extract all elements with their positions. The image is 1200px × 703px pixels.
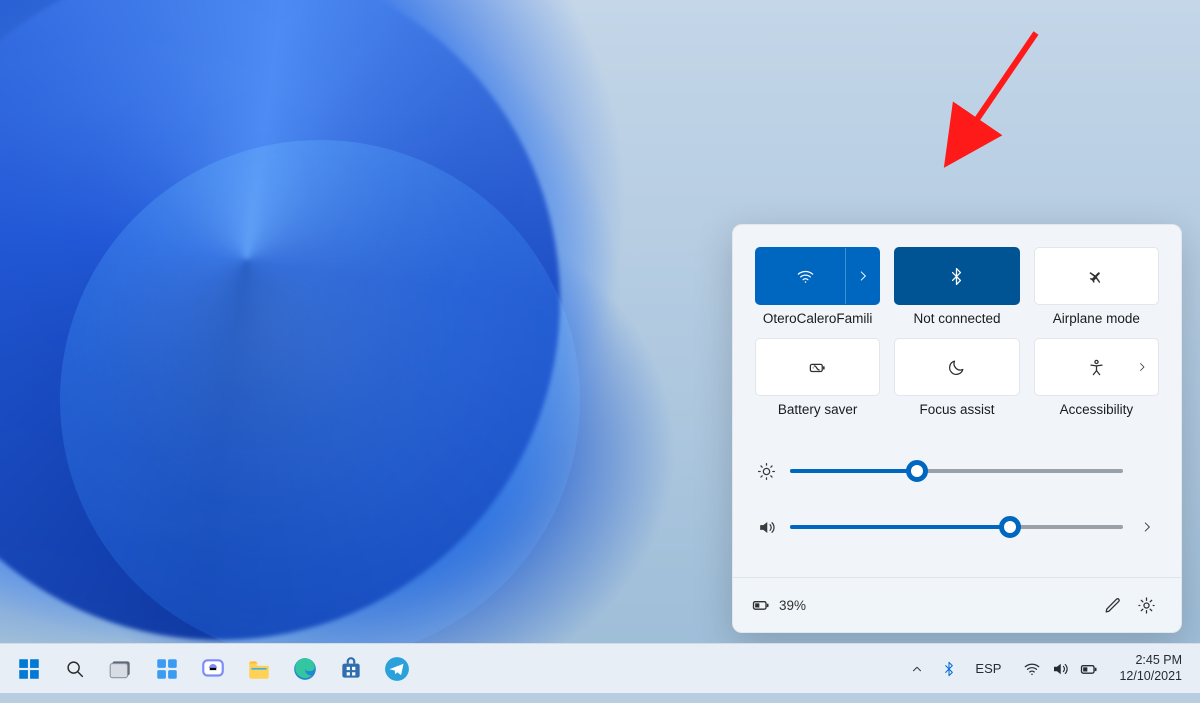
network-volume-battery-button[interactable] [1013,655,1109,683]
folder-icon [246,656,272,682]
language-indicator[interactable]: ESP [967,657,1009,680]
volume-slider-row [757,499,1157,555]
brightness-slider[interactable] [790,469,1123,473]
task-view-icon [108,656,134,682]
volume-icon [757,518,776,537]
windows-icon [16,656,42,682]
accessibility-tile[interactable] [1034,338,1159,396]
battery-icon [751,595,771,615]
tray-bluetooth-icon[interactable] [935,652,963,686]
chat-button[interactable] [192,648,234,690]
bluetooth-label: Not connected [894,311,1019,326]
battery-status[interactable]: 39% [751,595,806,615]
search-button[interactable] [54,648,96,690]
battery-percent-text: 39% [779,598,806,613]
system-tray: ESP 2:45 PM 12/10/2021 [903,651,1192,686]
telegram-button[interactable] [376,648,418,690]
clock-button[interactable]: 2:45 PM 12/10/2021 [1113,651,1192,686]
microsoft-store-button[interactable] [330,648,372,690]
brightness-slider-row [757,443,1157,499]
battery-saver-tile[interactable] [755,338,880,396]
quick-settings-flyout: OteroCaleroFamili Not connected Airplane… [732,224,1182,633]
widgets-icon [154,656,180,682]
taskbar-pinned-apps [8,648,418,690]
pencil-icon [1103,596,1122,615]
quick-settings-tiles: OteroCaleroFamili Not connected Airplane… [755,247,1159,417]
moon-icon [947,358,966,377]
widgets-button[interactable] [146,648,188,690]
edit-quick-settings-button[interactable] [1095,588,1129,622]
wifi-icon [1023,660,1041,678]
search-icon [64,658,86,680]
airplane-mode-label: Airplane mode [1034,311,1159,326]
volume-output-button[interactable] [1137,520,1157,534]
quick-settings-footer: 39% [733,577,1181,632]
wifi-expand-button[interactable] [845,248,879,304]
brightness-icon [757,462,776,481]
bluetooth-icon [947,267,966,286]
gear-icon [1137,596,1156,615]
file-explorer-button[interactable] [238,648,280,690]
airplane-icon [1087,267,1106,286]
settings-button[interactable] [1129,588,1163,622]
sliders-section [755,439,1159,573]
battery-icon [1079,659,1099,679]
taskbar: ESP 2:45 PM 12/10/2021 [0,643,1200,693]
volume-icon [1051,660,1069,678]
task-view-button[interactable] [100,648,142,690]
chat-icon [200,656,226,682]
focus-assist-tile[interactable] [894,338,1019,396]
bluetooth-icon [941,661,957,677]
focus-assist-label: Focus assist [894,402,1019,417]
wifi-icon [796,267,815,286]
wifi-tile[interactable] [755,247,880,305]
volume-slider[interactable] [790,525,1123,529]
airplane-mode-tile[interactable] [1034,247,1159,305]
bluetooth-tile[interactable] [894,247,1019,305]
battery-saver-label: Battery saver [755,402,880,417]
store-icon [338,656,364,682]
battery-saver-icon [808,358,827,377]
telegram-icon [384,656,410,682]
start-button[interactable] [8,648,50,690]
annotation-arrow [906,25,1056,175]
tray-overflow-button[interactable] [903,652,931,686]
chevron-up-icon [910,662,924,676]
accessibility-icon [1087,358,1106,377]
chevron-right-icon [1140,520,1154,534]
edge-icon [292,656,318,682]
wifi-label: OteroCaleroFamili [755,311,880,326]
accessibility-label: Accessibility [1034,402,1159,417]
clock-date: 12/10/2021 [1119,669,1182,685]
clock-time: 2:45 PM [1119,653,1182,669]
chevron-right-icon [856,269,870,283]
edge-button[interactable] [284,648,326,690]
chevron-right-icon [1136,361,1148,373]
